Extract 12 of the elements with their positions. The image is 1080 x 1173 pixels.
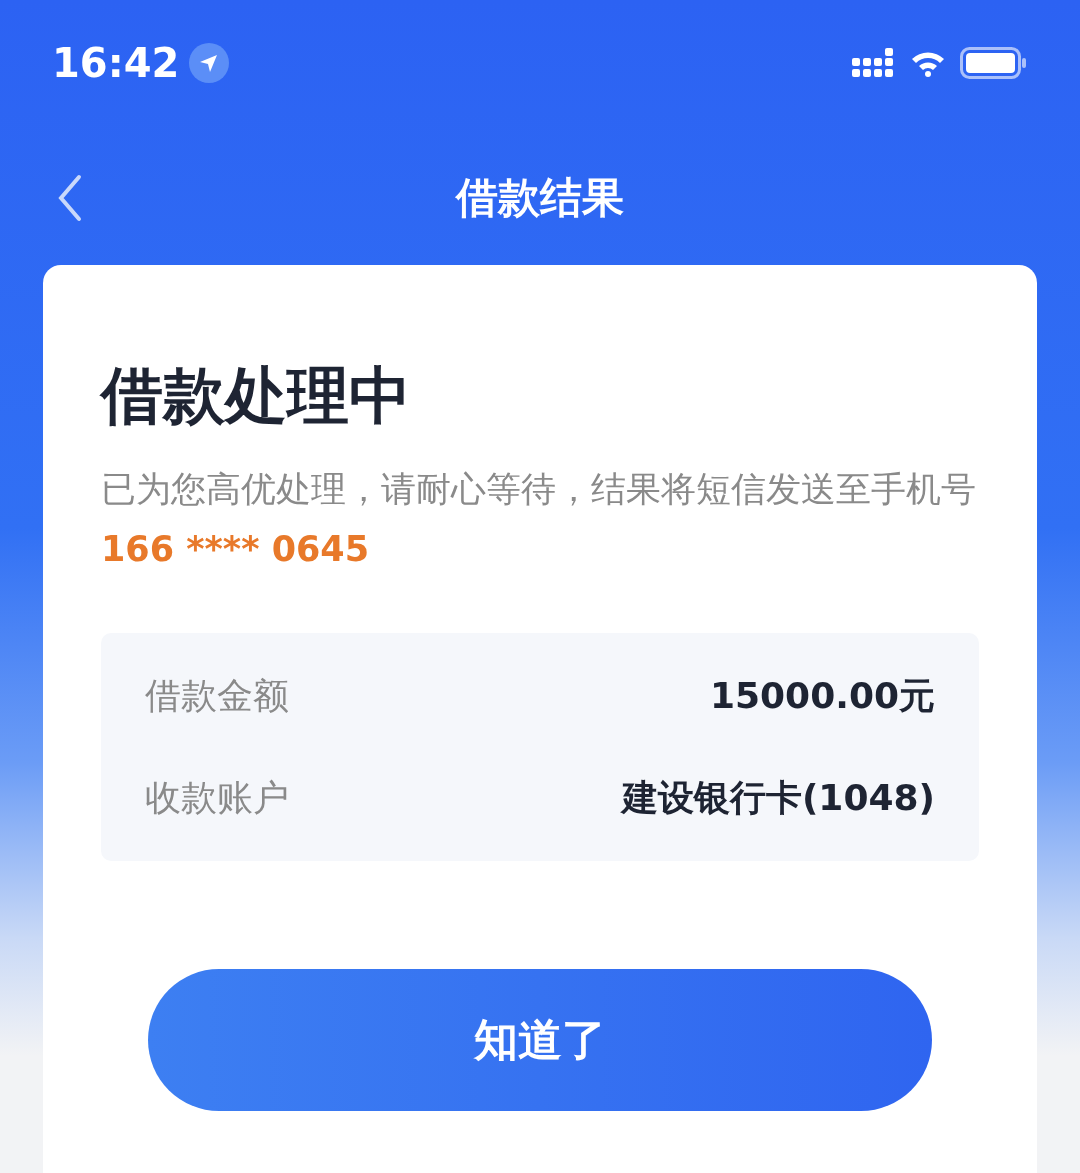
status-heading: 借款处理中 xyxy=(101,365,412,427)
detail-value: 建设银行卡(1048) xyxy=(621,776,935,820)
status-message: 已为您高优处理，请耐心等待，结果将短信发送至手机号 166 **** 0645 xyxy=(101,468,977,571)
detail-label: 借款金额 xyxy=(145,674,289,718)
confirm-button[interactable]: 知道了 xyxy=(148,969,932,1111)
page-title: 借款结果 xyxy=(456,172,624,224)
signal-icon xyxy=(852,48,896,78)
battery-icon xyxy=(960,47,1028,79)
location-icon xyxy=(189,43,230,83)
detail-label: 收款账户 xyxy=(145,776,289,820)
detail-value: 15000.00元 xyxy=(709,674,935,718)
status-time: 16:42 xyxy=(52,39,180,88)
